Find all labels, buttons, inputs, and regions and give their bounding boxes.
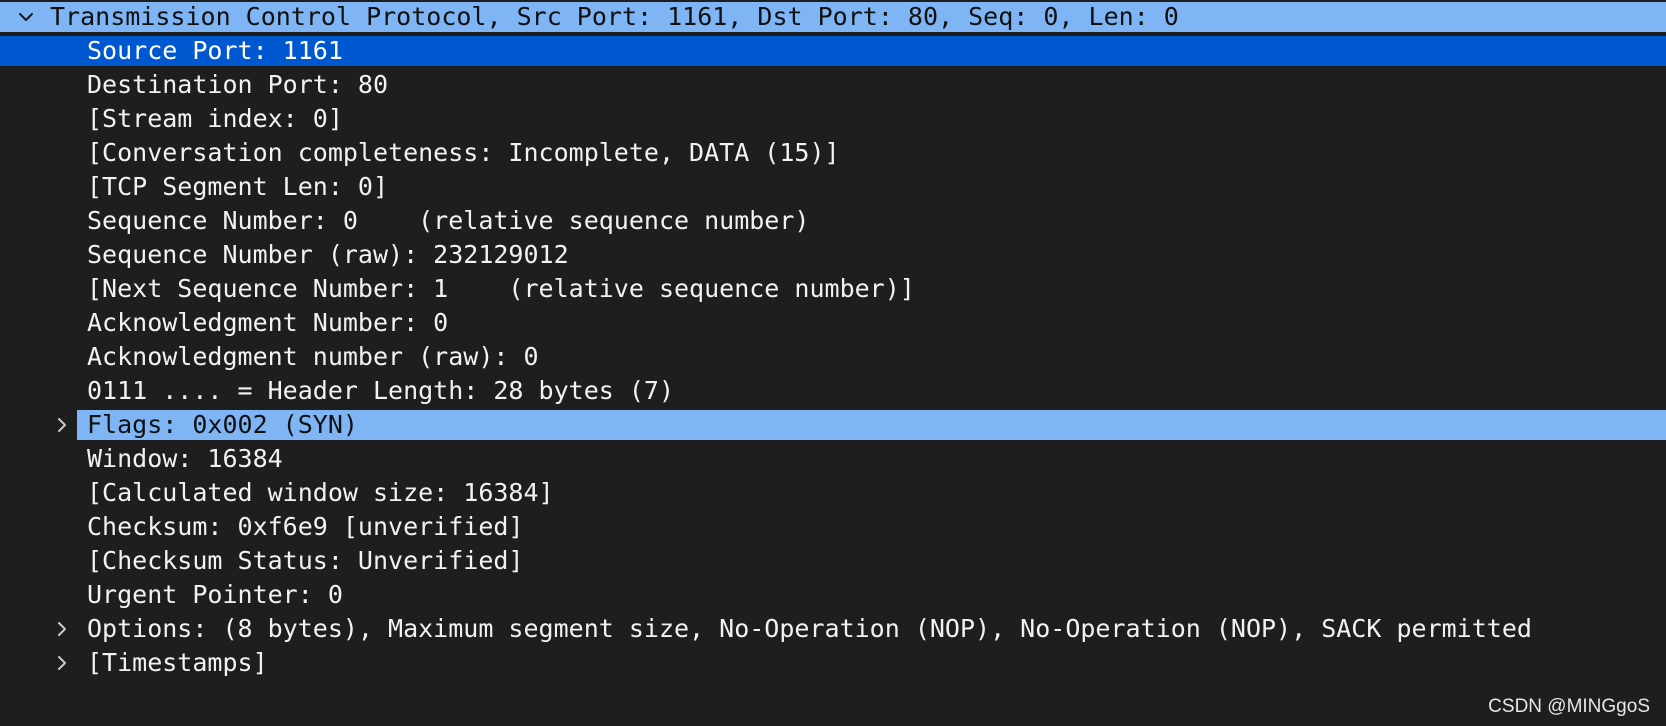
tree-field-row[interactable]: [Timestamps] bbox=[0, 646, 1666, 680]
chevron-down-icon[interactable] bbox=[14, 0, 38, 34]
tree-field-row[interactable]: [Checksum Status: Unverified] bbox=[0, 544, 1666, 578]
tree-field-row[interactable]: 0111 .... = Header Length: 28 bytes (7) bbox=[0, 374, 1666, 408]
tree-field-row[interactable]: [Stream index: 0] bbox=[0, 102, 1666, 136]
chevron-right-icon[interactable] bbox=[50, 646, 74, 680]
tree-field-label: Sequence Number (raw): 232129012 bbox=[87, 240, 569, 269]
tree-field-row[interactable]: [Next Sequence Number: 1 (relative seque… bbox=[0, 272, 1666, 306]
tree-field-label: Acknowledgment Number: 0 bbox=[87, 308, 449, 337]
tree-field-label: Window: 16384 bbox=[87, 444, 283, 473]
tree-field-row[interactable]: Sequence Number: 0 (relative sequence nu… bbox=[0, 204, 1666, 238]
tree-field-row[interactable]: Source Port: 1161 bbox=[0, 34, 1666, 68]
tree-field-row[interactable]: Flags: 0x002 (SYN) bbox=[0, 408, 1666, 442]
tree-field-label: Urgent Pointer: 0 bbox=[87, 580, 343, 609]
tree-field-row[interactable]: Sequence Number (raw): 232129012 bbox=[0, 238, 1666, 272]
tcp-root-label: Transmission Control Protocol, Src Port:… bbox=[50, 2, 1179, 31]
watermark: CSDN @MINGgoS bbox=[1488, 696, 1650, 717]
chevron-right-icon[interactable] bbox=[50, 612, 74, 646]
tree-field-row[interactable]: Window: 16384 bbox=[0, 442, 1666, 476]
tree-field-label: Flags: 0x002 (SYN) bbox=[87, 410, 358, 439]
tree-field-label: Options: (8 bytes), Maximum segment size… bbox=[87, 614, 1532, 643]
tree-field-label: 0111 .... = Header Length: 28 bytes (7) bbox=[87, 376, 674, 405]
tree-field-label: [Checksum Status: Unverified] bbox=[87, 546, 524, 575]
tree-field-row[interactable]: Urgent Pointer: 0 bbox=[0, 578, 1666, 612]
tree-field-row[interactable]: Acknowledgment number (raw): 0 bbox=[0, 340, 1666, 374]
tree-field-label: Checksum: 0xf6e9 [unverified] bbox=[87, 512, 524, 541]
tree-field-row[interactable]: Options: (8 bytes), Maximum segment size… bbox=[0, 612, 1666, 646]
tree-field-label: [Conversation completeness: Incomplete, … bbox=[87, 138, 840, 167]
tree-field-label: [Next Sequence Number: 1 (relative seque… bbox=[87, 274, 915, 303]
tree-field-row[interactable]: Destination Port: 80 bbox=[0, 68, 1666, 102]
tcp-root-row[interactable]: Transmission Control Protocol, Src Port:… bbox=[0, 0, 1666, 34]
tree-field-label: [Stream index: 0] bbox=[87, 104, 343, 133]
tree-field-label: [Timestamps] bbox=[87, 648, 268, 677]
tree-field-row[interactable]: [TCP Segment Len: 0] bbox=[0, 170, 1666, 204]
tree-field-label: Acknowledgment number (raw): 0 bbox=[87, 342, 539, 371]
tree-field-row[interactable]: Acknowledgment Number: 0 bbox=[0, 306, 1666, 340]
tree-field-row[interactable]: [Conversation completeness: Incomplete, … bbox=[0, 136, 1666, 170]
tree-field-label: Destination Port: 80 bbox=[87, 70, 389, 99]
tree-field-label: Sequence Number: 0 (relative sequence nu… bbox=[87, 206, 810, 235]
tree-field-label: [Calculated window size: 16384] bbox=[87, 478, 554, 507]
tree-field-label: Source Port: 1161 bbox=[87, 36, 343, 65]
tree-field-label: [TCP Segment Len: 0] bbox=[87, 172, 389, 201]
chevron-right-icon[interactable] bbox=[50, 408, 74, 442]
tree-field-row[interactable]: Checksum: 0xf6e9 [unverified] bbox=[0, 510, 1666, 544]
tree-field-row[interactable]: [Calculated window size: 16384] bbox=[0, 476, 1666, 510]
